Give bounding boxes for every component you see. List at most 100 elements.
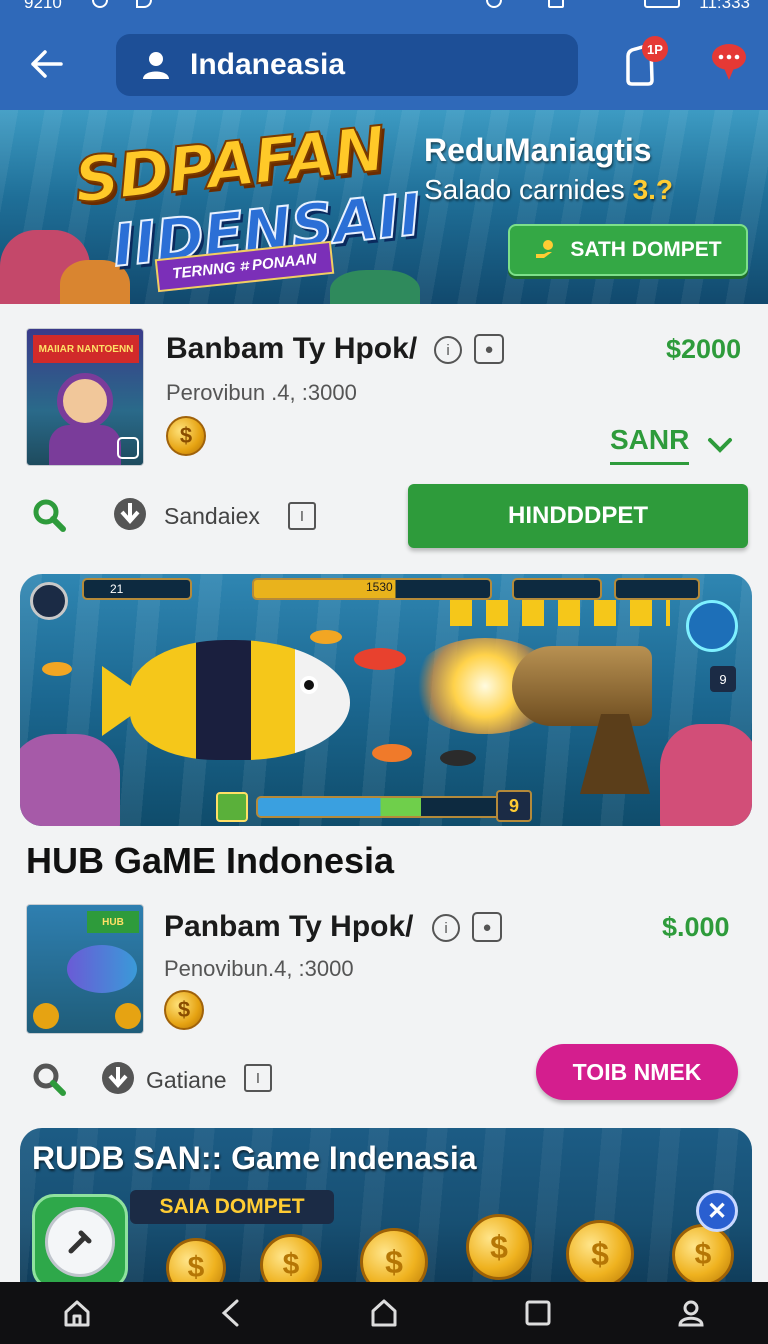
section-heading: HUB GaME Indonesia [26, 840, 395, 881]
alarm-icon [92, 0, 108, 8]
sync-icon [486, 0, 502, 8]
energy-bar [256, 796, 532, 818]
search-field[interactable]: Indaneasia [116, 34, 578, 96]
fish-eye [300, 676, 318, 694]
app-bar: Indaneasia 1P [0, 14, 768, 110]
download-icon[interactable] [112, 496, 148, 534]
back-button[interactable] [24, 44, 68, 84]
hero-subtitle: Salado carnides 3.? [424, 174, 673, 206]
promo-wallet-button[interactable]: SAIA DOMPET [130, 1190, 334, 1224]
chevron-down-icon [708, 437, 733, 453]
chat-bubble-icon [712, 44, 746, 80]
notification-badge: 1P [642, 36, 668, 62]
hero-banner[interactable]: SDPAFAN IIDENSAII TERNNG ⌗ PONAAN ReduMa… [0, 110, 768, 304]
primary-cta-button[interactable]: HINDDDPET [408, 484, 748, 548]
hero-title: ReduManiagtis [424, 132, 652, 168]
close-icon: ✕ [706, 1197, 728, 1225]
game-screenshot[interactable]: 21 1530 9 9 [20, 574, 752, 826]
sort-label: SANR [610, 424, 690, 465]
side-hud-value: 9 [710, 666, 736, 692]
progress-counter: 1530 [366, 580, 393, 594]
info-icon[interactable]: i [434, 336, 462, 364]
house-icon [64, 1300, 90, 1327]
product-thumbnail[interactable]: MAIIAR NANTOENN [26, 328, 144, 466]
close-button[interactable]: ✕ [696, 1190, 738, 1232]
nav-home-alt-button[interactable] [52, 1288, 102, 1338]
coin-art [33, 1003, 59, 1029]
sort-dropdown[interactable]: SANR [610, 424, 733, 465]
player-hud [82, 578, 192, 600]
bag-icon[interactable]: ● [472, 912, 502, 942]
coral-decoration [660, 724, 752, 826]
item-hud [512, 578, 602, 600]
cannon [512, 646, 652, 726]
hero-subtitle-text: Salado carnides [424, 174, 633, 205]
coin-icon: $ [360, 1228, 428, 1288]
nav-recents-button[interactable] [513, 1288, 563, 1338]
info-icon[interactable]: i [432, 914, 460, 942]
download-icon[interactable] [100, 1060, 136, 1098]
action-label: Gatiane [146, 1067, 227, 1093]
status-bar: 9210 11:333 [0, 0, 768, 14]
search-icon[interactable] [32, 498, 66, 532]
skill-button [686, 600, 738, 652]
battery-icon [644, 0, 680, 8]
promo-title: RUDB SAN:: Game Indenasia [32, 1140, 477, 1176]
product-thumbnail[interactable]: HUB [26, 904, 144, 1034]
promo-banner[interactable]: RUDB SAN:: Game Indenasia SAIA DOMPET $ … [20, 1128, 752, 1288]
product-subtitle: Perovibun .4, :3000 [166, 380, 357, 405]
nav-profile-button[interactable] [666, 1288, 716, 1338]
bottom-hud-badge: 9 [496, 790, 532, 822]
secondary-cta-button[interactable]: TOIB NMEK [536, 1044, 738, 1100]
small-fish [354, 648, 406, 670]
status-time: 9210 [24, 0, 62, 12]
expand-icon [117, 437, 139, 459]
chat-button[interactable] [710, 42, 748, 82]
player-hud-value: 21 [110, 582, 124, 596]
tag-icon[interactable]: I [288, 502, 316, 530]
search-text: Indaneasia [190, 48, 346, 81]
fish-catalog-row [450, 600, 670, 626]
coin-art [115, 1003, 141, 1029]
nav-back-button[interactable] [205, 1288, 255, 1338]
location-icon [136, 0, 152, 8]
bottom-hud-button [216, 792, 248, 822]
product-title: Banbam Ty Hpok/ [166, 332, 418, 365]
coin-icon: $ [260, 1234, 322, 1288]
wrench-icon [45, 1207, 115, 1277]
settings-button[interactable] [32, 1194, 128, 1288]
nav-home-button[interactable] [359, 1288, 409, 1338]
product-price: $.000 [662, 912, 730, 942]
coin-icon: $ [466, 1214, 532, 1280]
small-fish [42, 662, 72, 676]
product-price: $2000 [666, 334, 742, 364]
character-face [57, 373, 113, 429]
small-fish [310, 630, 342, 644]
hero-button-label: SATH DOMPET [570, 238, 722, 261]
arrow-left-icon [31, 50, 63, 78]
coin-icon: $ [164, 990, 204, 1030]
search-icon[interactable] [32, 1062, 66, 1096]
tag-icon[interactable]: I [244, 1064, 272, 1092]
character-body [49, 425, 121, 465]
person-icon [678, 1300, 704, 1327]
bag-icon[interactable]: ● [474, 334, 504, 364]
action-label: Sandaiex [164, 503, 260, 529]
system-nav-bar [0, 1282, 768, 1344]
settings-icon [30, 582, 68, 620]
coin-icon: $ [672, 1224, 734, 1286]
signal-icon [548, 0, 564, 8]
product-subtitle: Penovibun.4, :3000 [164, 956, 354, 981]
thumbnail-label: MAIIAR NANTOENN [33, 335, 139, 363]
hand-coin-icon [536, 240, 554, 258]
hero-wallet-button[interactable]: SATH DOMPET [508, 224, 748, 276]
home-outline-icon [371, 1299, 397, 1327]
user-icon [143, 52, 169, 79]
big-fish [130, 640, 350, 760]
coin-icon: $ [566, 1220, 634, 1288]
square-icon [525, 1300, 551, 1326]
coral-decoration [330, 270, 420, 304]
chevron-left-icon [222, 1299, 239, 1327]
small-fish [440, 750, 476, 766]
small-fish [372, 744, 412, 762]
